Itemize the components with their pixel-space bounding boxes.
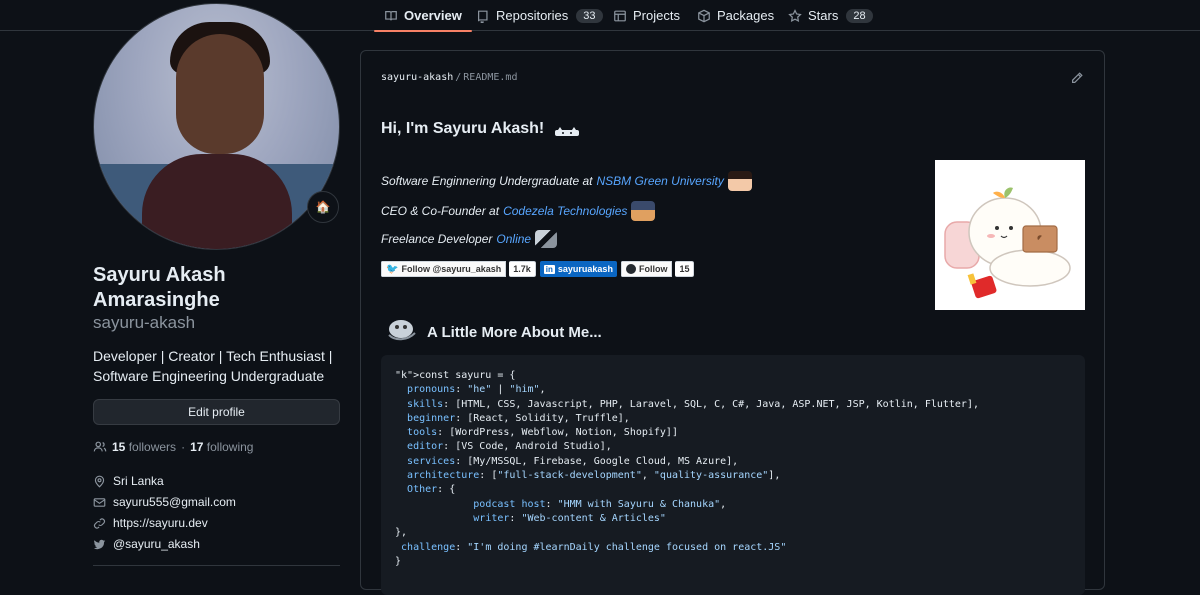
follow-stats: 15 followers · 17 following: [93, 440, 253, 454]
readme-file-link[interactable]: README.md: [463, 72, 517, 83]
handshake-emoji-icon: [535, 230, 558, 248]
tab-projects[interactable]: Projects: [609, 0, 684, 31]
website-link[interactable]: https://sayuru.dev: [113, 516, 208, 530]
code-line: architecture: ["full-stack-development",…: [407, 470, 781, 482]
followers-link[interactable]: 15 followers: [112, 440, 176, 454]
star-icon: [788, 8, 802, 22]
tab-label: Projects: [633, 8, 680, 23]
twitter-icon: [93, 539, 106, 549]
more-about-text: A Little More About Me...: [427, 323, 602, 341]
tab-repositories[interactable]: Repositories 33: [472, 0, 607, 31]
code-line: services: [My/MSSQL, Firebase, Google Cl…: [407, 455, 739, 467]
tab-label: Packages: [717, 8, 775, 23]
code-line: challenge: "I'm doing #learnDaily challe…: [401, 541, 787, 553]
twitter-link[interactable]: @sayuru_akash: [113, 537, 200, 551]
tab-packages[interactable]: Packages: [693, 0, 778, 31]
readme-line-university: Software Enginnering Undergraduate at NS…: [381, 171, 752, 191]
table-icon: [614, 10, 626, 21]
online-link[interactable]: Online: [496, 232, 531, 246]
edit-readme-button[interactable]: [1070, 71, 1084, 85]
tab-label: Stars: [808, 8, 839, 23]
code-block: "k">const sayuru = { pronouns: "he" | "h…: [381, 355, 1085, 595]
house-icon: 🏠: [315, 200, 331, 214]
profile-username: sayuru-akash: [93, 313, 196, 332]
line-text: Freelance Developer: [381, 232, 493, 246]
email-link[interactable]: sayuru555@gmail.com: [113, 495, 236, 509]
code-line: pronouns: "he" | "him",: [407, 384, 546, 396]
code-line: writer: "Web-content & Articles": [473, 512, 666, 524]
suit-emoji-icon: [631, 201, 656, 221]
link-icon: [94, 517, 105, 529]
twitter-item[interactable]: @sayuru_akash: [93, 537, 200, 551]
codezela-link[interactable]: Codezela Technologies: [503, 204, 627, 218]
code-line: Other: {: [407, 484, 456, 496]
readme-path: sayuru-akash / README.md: [381, 72, 517, 83]
line-text: Software Enginnering Undergraduate at: [381, 174, 593, 188]
badge-count: 15: [675, 261, 695, 277]
path-separator: /: [455, 72, 462, 83]
readme-line-ceo: CEO & Co-Founder at Codezela Technologie…: [381, 201, 656, 221]
readme-title: Hi, I'm Sayuru Akash!: [381, 120, 580, 138]
badge-label: Follow @sayuru_akash: [401, 264, 502, 274]
followers-label: followers: [128, 440, 177, 454]
tab-overview[interactable]: Overview: [374, 0, 472, 32]
hand-drawing-icon: [383, 317, 417, 347]
badge-label: Follow: [638, 264, 668, 274]
following-link[interactable]: 17 following: [190, 440, 253, 454]
twitter-bird-icon: 🐦: [386, 263, 399, 275]
code-line: beginner: [React, Solidity, Truffle],: [407, 412, 630, 424]
github-icon: [625, 264, 636, 274]
github-follow-badge[interactable]: Follow 15: [620, 261, 695, 277]
profile-bio: Developer | Creator | Tech Enthusiast | …: [93, 348, 333, 384]
book-icon: [385, 10, 397, 20]
readme-owner-link[interactable]: sayuru-akash: [381, 72, 453, 83]
code-line: skills: [HTML, CSS, Javascript, PHP, Lar…: [407, 398, 979, 410]
cat-icon: [554, 124, 580, 136]
tab-label: Repositories: [496, 8, 569, 23]
profile-fullname: Sayuru Akash Amarasinghe: [93, 264, 226, 311]
line-text: CEO & Co-Founder at: [381, 204, 500, 218]
separator-dot: ·: [181, 440, 186, 454]
people-icon: [93, 441, 107, 452]
stars-count-badge: 28: [846, 8, 873, 23]
badge-label: sayuruakash: [557, 264, 613, 274]
divider: [93, 565, 340, 566]
edit-profile-button[interactable]: Edit profile: [93, 399, 340, 425]
website-item[interactable]: https://sayuru.dev: [93, 516, 208, 530]
code-line: },: [395, 527, 408, 539]
kawaii-laptop-illustration: [935, 160, 1085, 310]
followers-count: 15: [112, 440, 126, 454]
linkedin-icon: in: [543, 264, 555, 274]
email-item[interactable]: sayuru555@gmail.com: [93, 495, 236, 509]
repo-icon: [478, 10, 488, 23]
tab-stars[interactable]: Stars 28: [784, 0, 877, 31]
status-emoji-button[interactable]: 🏠: [307, 191, 339, 223]
avatar[interactable]: [93, 3, 340, 250]
following-label: following: [206, 440, 254, 454]
code-line: podcast host: "HMM with Sayuru & Chanuka…: [473, 498, 727, 510]
readme-card: sayuru-akash / README.md Hi, I'm Sayuru Ak…: [360, 50, 1105, 595]
following-count: 17: [190, 440, 204, 454]
readme-title-text: Hi, I'm Sayuru Akash!: [381, 120, 545, 137]
student-emoji-icon: [727, 171, 752, 191]
pencil-icon: [1072, 72, 1083, 83]
code-line: tools: [WordPress, Webflow, Notion, Shop…: [407, 427, 678, 439]
location-item: Sri Lanka: [93, 474, 164, 488]
code-line: editor: [VS Code, Android Studio],: [407, 441, 612, 453]
readme-line-freelance: Freelance Developer Online: [381, 230, 558, 248]
package-icon: [698, 9, 710, 22]
badge-count: 1.7k: [509, 261, 536, 277]
location-icon: [94, 475, 105, 488]
nsbm-link[interactable]: NSBM Green University: [596, 174, 723, 188]
mail-icon: [93, 497, 106, 507]
tab-label: Overview: [404, 8, 462, 23]
repo-count-badge: 33: [576, 8, 603, 23]
location-text: Sri Lanka: [113, 474, 164, 488]
twitter-follow-badge[interactable]: 🐦 Follow @sayuru_akash 1.7k: [381, 261, 536, 277]
more-about-heading: A Little More About Me...: [383, 317, 602, 347]
social-badges: 🐦 Follow @sayuru_akash 1.7k in sayuruakash…: [381, 261, 695, 277]
code-line: "k">const sayuru = {: [395, 370, 516, 381]
code-line: }: [395, 555, 402, 567]
linkedin-badge[interactable]: in sayuruakash: [539, 261, 617, 277]
